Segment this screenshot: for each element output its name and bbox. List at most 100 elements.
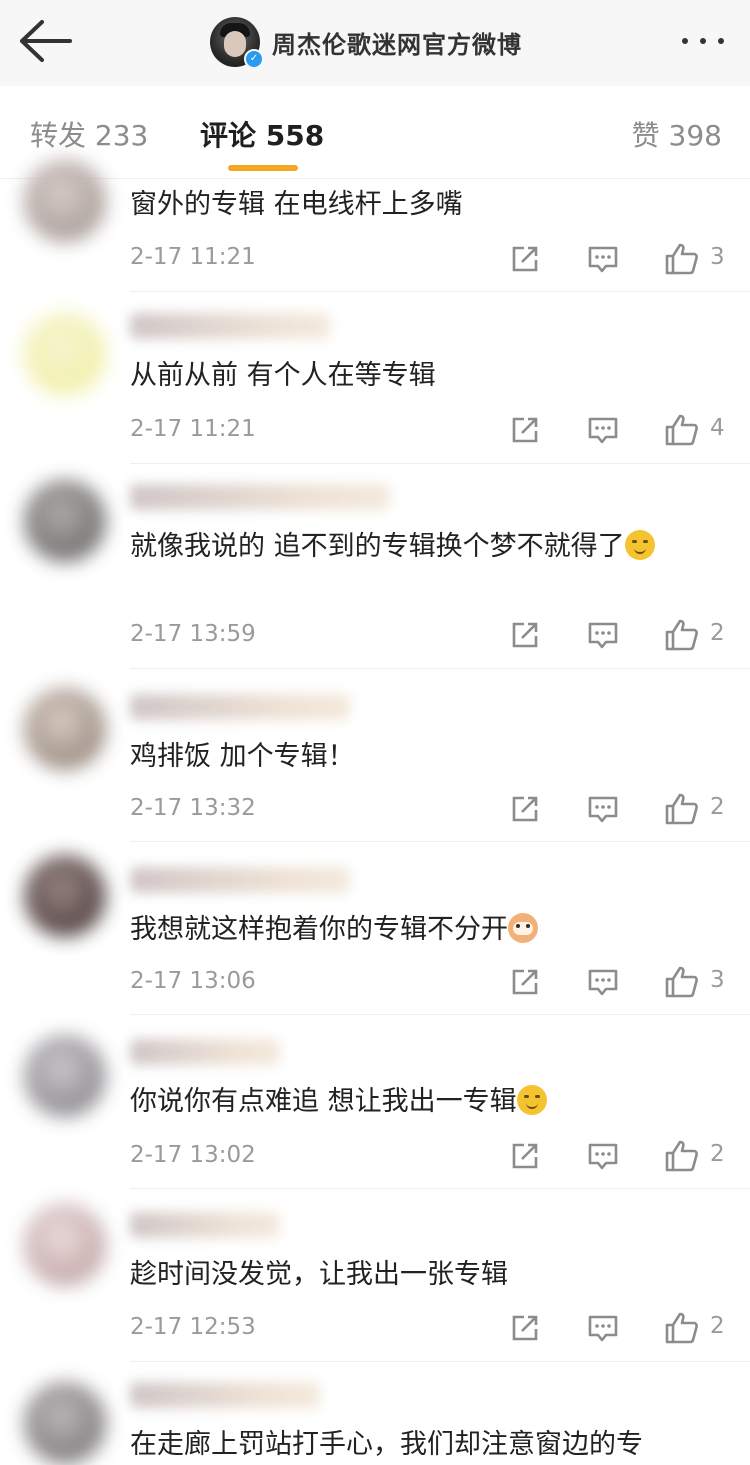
reply-button[interactable] xyxy=(586,790,620,830)
comment-actions: 4 xyxy=(0,411,750,451)
comment-text-content: 我想就这样抱着你的专辑不分开 xyxy=(130,914,508,945)
comment-actions: 3 xyxy=(0,963,750,1003)
thumbs-up-icon xyxy=(665,243,698,275)
cat-emoji-icon xyxy=(508,913,538,943)
comment-actions: 3 xyxy=(0,240,750,280)
comment-divider xyxy=(130,1361,750,1362)
commenter-avatar[interactable] xyxy=(24,480,106,562)
reply-button[interactable] xyxy=(586,963,620,1003)
reply-button[interactable] xyxy=(586,240,620,280)
share-button[interactable] xyxy=(508,1309,542,1349)
back-button[interactable] xyxy=(16,18,74,64)
commenter-avatar[interactable] xyxy=(24,1204,106,1286)
more-dot-icon xyxy=(682,38,688,44)
comment-icon xyxy=(588,417,618,444)
like-count: 3 xyxy=(710,967,725,993)
commenter-name-blurred[interactable] xyxy=(130,1212,280,1238)
reply-button[interactable] xyxy=(586,1137,620,1177)
like-button[interactable]: 3 xyxy=(664,963,734,1003)
thumbs-up-icon xyxy=(665,793,698,825)
comment-text: 从前从前 有个人在等专辑 xyxy=(130,357,720,395)
like-count: 3 xyxy=(710,244,725,270)
commenter-name-blurred[interactable] xyxy=(130,484,390,510)
comment-divider xyxy=(130,1188,750,1189)
like-button[interactable]: 2 xyxy=(664,790,734,830)
comment-text-content: 从前从前 有个人在等专辑 xyxy=(130,360,436,391)
like-button[interactable]: 2 xyxy=(664,1137,734,1177)
more-dot-icon xyxy=(700,38,706,44)
share-icon xyxy=(512,796,538,822)
avatar-face xyxy=(224,31,246,57)
commenter-avatar[interactable] xyxy=(24,160,106,242)
tab-comment[interactable]: 评论 558 xyxy=(200,114,324,154)
commenter-avatar[interactable] xyxy=(24,1382,106,1464)
tab-like[interactable]: 赞 398 xyxy=(632,114,722,154)
more-options-button[interactable] xyxy=(678,26,728,56)
commenter-name-blurred[interactable] xyxy=(130,867,350,893)
share-icon xyxy=(512,246,538,272)
comment-icon xyxy=(588,1143,618,1170)
share-button[interactable] xyxy=(508,1137,542,1177)
commenter-name-blurred[interactable] xyxy=(130,1382,320,1408)
comment-icon xyxy=(588,796,618,823)
comment-icon xyxy=(588,969,618,996)
commenter-avatar[interactable] xyxy=(24,855,106,937)
comment-actions: 2 xyxy=(0,1137,750,1177)
comment-text: 你说你有点难追 想让我出一专辑 xyxy=(130,1083,720,1121)
reply-button[interactable] xyxy=(586,411,620,451)
like-count: 2 xyxy=(710,1313,725,1339)
nav-title-group[interactable]: ✓ 周杰伦歌迷网官方微博 xyxy=(210,14,522,70)
doge-emoji-icon xyxy=(624,530,655,560)
comment-text-content: 在走廊上罚站打手心，我们却注意窗边的专 xyxy=(130,1429,643,1460)
commenter-avatar[interactable] xyxy=(24,313,106,395)
comment-text: 在走廊上罚站打手心，我们却注意窗边的专 xyxy=(130,1426,720,1464)
share-icon xyxy=(512,969,538,995)
commenter-name-blurred[interactable] xyxy=(130,694,350,720)
account-avatar[interactable]: ✓ xyxy=(210,17,264,69)
share-button[interactable] xyxy=(508,963,542,1003)
comment-text-content: 你说你有点难追 想让我出一专辑 xyxy=(130,1086,517,1117)
comment-text: 趁时间没发觉，让我出一张专辑 xyxy=(130,1256,720,1294)
commenter-avatar[interactable] xyxy=(24,1035,106,1117)
like-count: 2 xyxy=(710,794,725,820)
share-button[interactable] xyxy=(508,616,542,656)
share-icon xyxy=(512,1315,538,1341)
comment-text-content: 趁时间没发觉，让我出一张专辑 xyxy=(130,1259,508,1290)
comment-text: 就像我说的 追不到的专辑换个梦不就得了 xyxy=(130,528,720,566)
more-dot-icon xyxy=(718,38,724,44)
reply-button[interactable] xyxy=(586,616,620,656)
comment-divider xyxy=(130,1014,750,1015)
like-button[interactable]: 2 xyxy=(664,1309,734,1349)
back-arrow-icon xyxy=(20,20,72,62)
share-icon xyxy=(512,622,538,648)
comment-divider xyxy=(130,291,750,292)
reply-button[interactable] xyxy=(586,1309,620,1349)
like-count: 2 xyxy=(710,1141,725,1167)
comment-icon xyxy=(588,246,618,273)
thumbs-up-icon xyxy=(665,619,698,651)
tab-repost[interactable]: 转发 233 xyxy=(30,114,148,154)
active-tab-indicator xyxy=(228,165,298,171)
comment-text: 窗外的专辑 在电线杆上多嘴 xyxy=(130,186,720,224)
commenter-avatar[interactable] xyxy=(24,688,106,770)
share-button[interactable] xyxy=(508,411,542,451)
like-button[interactable]: 2 xyxy=(664,616,734,656)
share-icon xyxy=(512,1143,538,1169)
thumbs-up-icon xyxy=(665,966,698,998)
like-count: 4 xyxy=(710,415,725,441)
share-button[interactable] xyxy=(508,790,542,830)
comment-icon xyxy=(588,622,618,649)
commenter-name-blurred[interactable] xyxy=(130,1039,280,1065)
account-name[interactable]: 周杰伦歌迷网官方微博 xyxy=(272,25,522,60)
nav-bar: ✓ 周杰伦歌迷网官方微博 xyxy=(0,0,750,87)
comment-text-content: 窗外的专辑 在电线杆上多嘴 xyxy=(130,189,463,220)
comment-text: 鸡排饭 加个专辑！ xyxy=(130,738,720,776)
like-button[interactable]: 3 xyxy=(664,240,734,280)
comment-divider xyxy=(130,841,750,842)
commenter-name-blurred[interactable] xyxy=(130,313,330,339)
share-icon xyxy=(512,417,538,443)
share-button[interactable] xyxy=(508,240,542,280)
comment-actions: 2 xyxy=(0,1309,750,1349)
like-button[interactable]: 4 xyxy=(664,411,734,451)
tab-bar: 转发 233 评论 558 赞 398 xyxy=(0,86,750,179)
